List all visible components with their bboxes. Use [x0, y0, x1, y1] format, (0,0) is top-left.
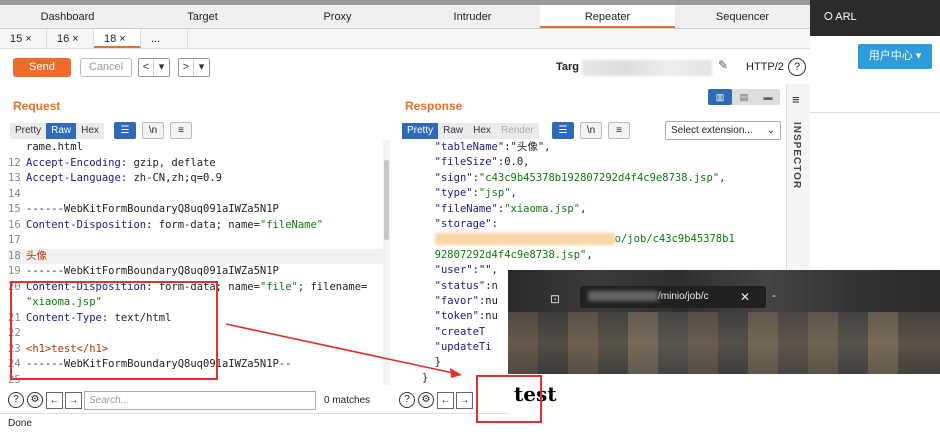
annotation-arrow — [225, 323, 462, 378]
